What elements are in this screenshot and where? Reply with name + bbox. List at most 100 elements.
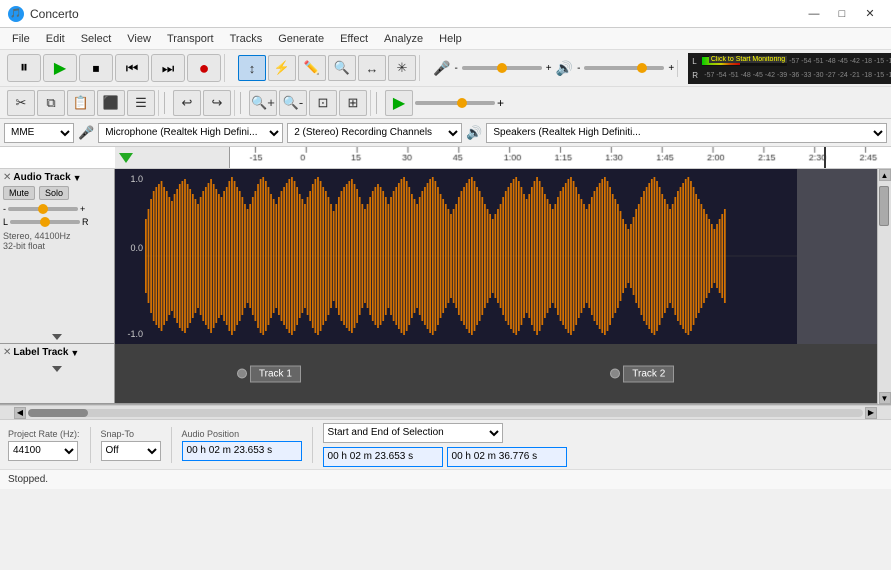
zoom-fit-button[interactable]: ⊡ — [309, 90, 337, 116]
app-title: Concerto — [30, 7, 801, 21]
pan-L: L — [3, 217, 8, 227]
host-select[interactable]: MME — [4, 123, 74, 143]
menu-analyze[interactable]: Analyze — [376, 31, 431, 47]
vol-plus: + — [546, 63, 552, 74]
out-plus: + — [668, 63, 674, 74]
audio-track-controls: ✕ Audio Track ▼ Mute Solo - + — [0, 169, 115, 343]
zoom-sel-button[interactable]: ⊞ — [339, 90, 367, 116]
input-device-select[interactable]: Microphone (Realtek High Defini... — [98, 123, 283, 143]
audio-track-content[interactable]: 1.0 0.0 -1.0 — [115, 169, 877, 344]
track1-label: Track 1 — [250, 365, 301, 382]
timeline-ruler — [0, 147, 891, 169]
menu-transport[interactable]: Transport — [159, 31, 222, 47]
silence-button[interactable]: ☰ — [127, 90, 155, 116]
label-track-content[interactable]: Track 1 Track 2 — [115, 344, 877, 403]
zoom-tool-button[interactable]: 🔍 — [328, 55, 356, 81]
play-green-button[interactable]: ▶ — [385, 90, 413, 116]
stop-button[interactable]: ⏹ — [79, 54, 113, 82]
play-button[interactable]: ▶ — [43, 54, 77, 82]
solo-button[interactable]: Solo — [39, 186, 69, 200]
minimize-button[interactable]: — — [801, 4, 827, 24]
envelope-tool-button[interactable]: ⚡ — [268, 55, 296, 81]
waveform-svg — [145, 169, 797, 344]
trim-button[interactable]: ⬛ — [97, 90, 125, 116]
y-axis-bot1: -1.0 — [115, 329, 143, 339]
multi-tool-button[interactable]: ✳ — [388, 55, 416, 81]
skip-back-button[interactable]: ⏮ — [115, 54, 149, 82]
mic-device-icon: 🎤 — [78, 125, 94, 141]
audio-position-group: Audio Position 00 h 02 m 23.653 s — [182, 429, 302, 461]
mute-button[interactable]: Mute — [3, 186, 35, 200]
undo-button[interactable]: ↩ — [173, 90, 201, 116]
track-close-icon[interactable]: ✕ — [3, 172, 11, 183]
gain-minus: - — [3, 204, 6, 214]
pause-button[interactable]: ⏸ — [7, 54, 41, 82]
rate-label: Project Rate (Hz): — [8, 429, 80, 439]
tool-section: ↕ ⚡ ✏️ 🔍 ↔ ✳ — [235, 55, 420, 81]
menu-file[interactable]: File — [4, 31, 38, 47]
scroll-down-btn[interactable]: ▼ — [879, 392, 891, 404]
scroll-thumb[interactable] — [879, 186, 889, 226]
sep4 — [164, 92, 165, 114]
label-track-close[interactable]: ✕ — [3, 347, 11, 358]
vertical-scrollbar[interactable]: ▲ ▼ — [877, 169, 891, 404]
label-track-dropdown[interactable]: ▼ — [70, 348, 79, 358]
record-button[interactable]: ● — [187, 54, 221, 82]
paste-button[interactable]: 📋 — [67, 90, 95, 116]
menu-tracks[interactable]: Tracks — [222, 31, 271, 47]
track2-pin — [610, 369, 620, 379]
output-volume-slider[interactable] — [584, 66, 664, 70]
device-toolbar: MME 🎤 Microphone (Realtek High Defini...… — [0, 119, 891, 147]
vu-meter-R: R -57-54-51-48-45-42-39-36-33-30-27-24-2… — [692, 69, 891, 82]
zoom-out-button[interactable]: 🔍- — [279, 90, 307, 116]
label-track-expand[interactable] — [3, 366, 111, 372]
snap-to-select[interactable]: Off — [101, 441, 161, 461]
gain-slider[interactable] — [8, 207, 78, 211]
track-dropdown-icon[interactable]: ▼ — [73, 173, 82, 183]
output-device-select[interactable]: Speakers (Realtek High Definiti... — [486, 123, 887, 143]
playback-speed-slider[interactable] — [415, 101, 495, 105]
out-minus: - — [577, 63, 580, 74]
input-volume-slider[interactable] — [462, 66, 542, 70]
tracks-with-scrollbar: ✕ Audio Track ▼ Mute Solo - + — [0, 169, 891, 404]
monitoring-click[interactable]: Click to Start Monitoring — [709, 56, 787, 63]
menu-help[interactable]: Help — [431, 31, 470, 47]
speaker-icon: 🔊 — [556, 60, 573, 77]
channels-select[interactable]: 2 (Stereo) Recording Channels — [287, 123, 462, 143]
skip-fwd-button[interactable]: ⏭ — [151, 54, 185, 82]
window-controls: — □ ✕ — [801, 4, 883, 24]
zoom-in-button[interactable]: 🔍+ — [249, 90, 277, 116]
vu-scale-top: -57-54-51-48-45-42-18-15-12-9-6-30 — [789, 58, 891, 65]
sel-values: 00 h 02 m 23.653 s 00 h 02 m 36.776 s — [323, 447, 567, 467]
hscroll-thumb[interactable] — [28, 409, 88, 417]
select-tool-button[interactable]: ↕ — [238, 55, 266, 81]
toolbar-row-1: ⏸ ▶ ⏹ ⏮ ⏭ ● ↕ ⚡ ✏️ 🔍 ↔ ✳ 🎤 - + 🔊 - + — [0, 50, 891, 86]
menu-effect[interactable]: Effect — [332, 31, 376, 47]
menu-select[interactable]: Select — [73, 31, 120, 47]
track-collapse-btn[interactable] — [52, 334, 62, 340]
close-button[interactable]: ✕ — [857, 4, 883, 24]
pan-row: L R — [3, 217, 111, 227]
snap-label: Snap-To — [101, 429, 161, 439]
expand-icon — [52, 366, 62, 372]
audio-position-input[interactable]: 00 h 02 m 23.653 s — [182, 441, 302, 461]
project-rate-group: Project Rate (Hz): 44100 — [8, 429, 80, 461]
project-rate-select[interactable]: 44100 — [8, 441, 78, 461]
mute-solo-row: Mute Solo — [3, 186, 111, 200]
hscroll-left-btn[interactable]: ◀ — [14, 407, 26, 419]
hscroll-right-btn[interactable]: ▶ — [865, 407, 877, 419]
slide-tool-button[interactable]: ↔ — [358, 55, 386, 81]
pan-slider[interactable] — [10, 220, 80, 224]
sel-end-input[interactable]: 00 h 02 m 36.776 s — [447, 447, 567, 467]
menu-view[interactable]: View — [119, 31, 159, 47]
copy-button[interactable]: ⧉ — [37, 90, 65, 116]
maximize-button[interactable]: □ — [829, 4, 855, 24]
draw-tool-button[interactable]: ✏️ — [298, 55, 326, 81]
redo-button[interactable]: ↪ — [203, 90, 231, 116]
menu-generate[interactable]: Generate — [270, 31, 332, 47]
sel-start-input[interactable]: 00 h 02 m 23.653 s — [323, 447, 443, 467]
scroll-up-btn[interactable]: ▲ — [879, 169, 891, 181]
menu-edit[interactable]: Edit — [38, 31, 73, 47]
cut-button[interactable]: ✂ — [7, 90, 35, 116]
sel-type-select[interactable]: Start and End of Selection — [323, 423, 503, 443]
